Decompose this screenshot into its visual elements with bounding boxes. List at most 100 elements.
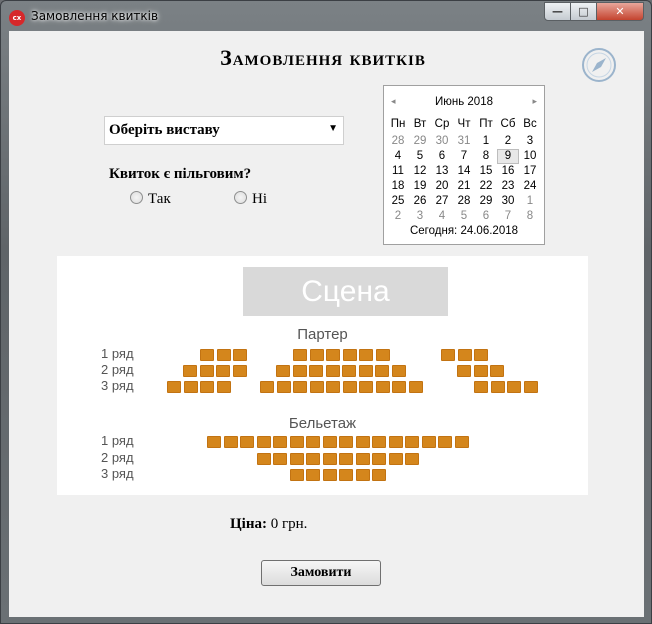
calendar-day[interactable]: 6 <box>431 149 453 164</box>
beletage-seat[interactable] <box>273 453 287 465</box>
beletage-seat[interactable] <box>355 469 370 481</box>
beletage-seat[interactable] <box>256 436 271 448</box>
beletage-seat[interactable] <box>421 436 436 448</box>
parter-seat[interactable] <box>199 365 214 377</box>
calendar-day[interactable]: 24 <box>519 179 541 194</box>
calendar-day[interactable]: 29 <box>409 134 431 149</box>
calendar-day[interactable]: 31 <box>453 134 475 149</box>
parter-seat[interactable] <box>276 381 291 393</box>
calendar-day[interactable]: 28 <box>453 194 475 209</box>
calendar-day[interactable]: 3 <box>409 209 431 224</box>
calendar-day[interactable]: 16 <box>497 164 519 179</box>
play-select[interactable]: Оберіть виставу ▼ <box>104 116 344 145</box>
compass-icon[interactable] <box>581 47 617 83</box>
calendar-day[interactable]: 4 <box>431 209 453 224</box>
minimize-button[interactable]: — <box>544 2 571 21</box>
calendar-day[interactable]: 2 <box>387 209 409 224</box>
parter-seat[interactable] <box>309 349 324 361</box>
radio-no[interactable]: Ні <box>234 191 267 208</box>
order-button[interactable]: Замовити <box>261 560 381 586</box>
parter-seat[interactable] <box>391 365 406 377</box>
beletage-seat[interactable] <box>207 436 221 448</box>
calendar-day[interactable]: 30 <box>497 194 519 209</box>
beletage-seat[interactable] <box>372 436 386 448</box>
calendar-day[interactable]: 4 <box>387 149 409 164</box>
parter-seat[interactable] <box>375 349 390 361</box>
beletage-seat[interactable] <box>273 436 287 448</box>
calendar-day[interactable]: 22 <box>475 179 497 194</box>
parter-seat[interactable] <box>342 365 356 377</box>
parter-seat[interactable] <box>325 365 340 377</box>
parter-seat[interactable] <box>523 381 538 393</box>
beletage-seat[interactable] <box>339 436 353 448</box>
calendar-day[interactable]: 26 <box>409 194 431 209</box>
calendar-day[interactable]: 19 <box>409 179 431 194</box>
parter-seat[interactable] <box>183 381 198 393</box>
beletage-seat[interactable] <box>372 469 386 481</box>
beletage-seat[interactable] <box>405 453 419 465</box>
parter-seat[interactable] <box>457 349 472 361</box>
beletage-seat[interactable] <box>454 436 469 448</box>
parter-seat[interactable] <box>375 365 389 377</box>
parter-seat[interactable] <box>309 381 324 393</box>
beletage-seat[interactable] <box>322 469 337 481</box>
beletage-seat[interactable] <box>306 469 320 481</box>
calendar-day[interactable]: 5 <box>453 209 475 224</box>
calendar-day[interactable]: 20 <box>431 179 453 194</box>
parter-seat[interactable] <box>490 381 505 393</box>
parter-seat[interactable] <box>326 349 340 361</box>
parter-seat[interactable] <box>441 349 455 361</box>
parter-seat[interactable] <box>293 381 307 393</box>
parter-seat[interactable] <box>359 381 373 393</box>
calendar-day[interactable]: 6 <box>475 209 497 224</box>
calendar-day[interactable]: 14 <box>453 164 475 179</box>
parter-seat[interactable] <box>326 381 340 393</box>
parter-seat[interactable] <box>292 365 307 377</box>
calendar-month-label[interactable]: Июнь 2018 <box>384 96 544 108</box>
beletage-seat[interactable] <box>355 436 370 448</box>
calendar-day[interactable]: 7 <box>497 209 519 224</box>
calendar-day[interactable]: 10 <box>519 149 541 164</box>
calendar-day[interactable]: 30 <box>431 134 453 149</box>
close-button[interactable]: ✕ <box>596 2 644 21</box>
parter-seat[interactable] <box>359 349 373 361</box>
beletage-seat[interactable] <box>322 436 337 448</box>
beletage-seat[interactable] <box>388 436 403 448</box>
parter-seat[interactable] <box>260 381 274 393</box>
beletage-seat[interactable] <box>256 453 271 465</box>
calendar-day[interactable]: 15 <box>475 164 497 179</box>
calendar-today[interactable]: Сегодня: 24.06.2018 <box>384 225 544 237</box>
calendar-day[interactable]: 28 <box>387 134 409 149</box>
beletage-seat[interactable] <box>405 436 419 448</box>
calendar-day[interactable]: 29 <box>475 194 497 209</box>
calendar-day[interactable]: 21 <box>453 179 475 194</box>
maximize-button[interactable]: □ <box>570 2 597 21</box>
calendar-day[interactable]: 3 <box>519 134 541 149</box>
parter-seat[interactable] <box>276 365 290 377</box>
beletage-seat[interactable] <box>372 453 386 465</box>
beletage-seat[interactable] <box>223 436 238 448</box>
parter-seat[interactable] <box>408 381 423 393</box>
calendar-day[interactable]: 12 <box>409 164 431 179</box>
parter-seat[interactable] <box>375 381 390 393</box>
next-month-icon[interactable]: ▸ <box>532 96 537 107</box>
parter-seat[interactable] <box>309 365 323 377</box>
beletage-seat[interactable] <box>339 469 353 481</box>
beletage-seat[interactable] <box>289 453 304 465</box>
beletage-seat[interactable] <box>438 436 452 448</box>
calendar-day[interactable]: 18 <box>387 179 409 194</box>
month-calendar[interactable]: ◂ Июнь 2018 ▸ Сегодня: 24.06.2018 Пн Вт Ср… <box>383 85 545 245</box>
parter-seat[interactable] <box>474 381 488 393</box>
parter-seat[interactable] <box>200 349 214 361</box>
calendar-day[interactable]: 13 <box>431 164 453 179</box>
beletage-seat[interactable] <box>388 453 403 465</box>
calendar-day[interactable]: 8 <box>475 149 497 164</box>
calendar-day[interactable]: 27 <box>431 194 453 209</box>
calendar-day[interactable]: 1 <box>519 194 541 209</box>
title-bar[interactable]: cx Замовлення квитків — □ ✕ <box>1 1 651 32</box>
parter-seat[interactable] <box>183 365 197 377</box>
calendar-day[interactable]: 2 <box>497 134 519 149</box>
calendar-day[interactable]: 17 <box>519 164 541 179</box>
parter-seat[interactable] <box>342 349 357 361</box>
parter-seat[interactable] <box>216 349 231 361</box>
